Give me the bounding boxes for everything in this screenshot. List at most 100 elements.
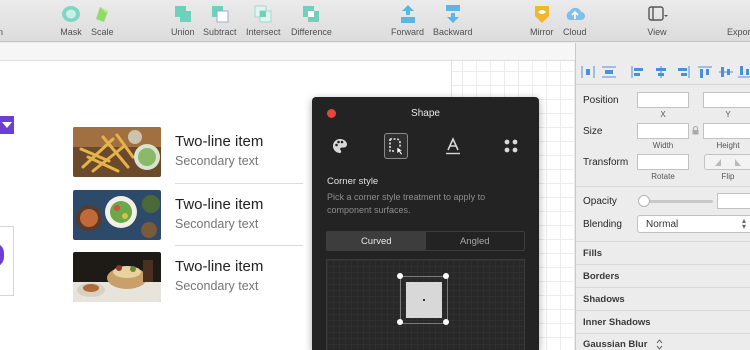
mirror-button[interactable]: Mirror bbox=[530, 3, 554, 37]
position-x-field[interactable] bbox=[637, 92, 689, 108]
mask-button[interactable]: Mask bbox=[60, 3, 82, 37]
difference-label: Difference bbox=[291, 27, 332, 37]
list-divider bbox=[175, 183, 303, 184]
chevron-updown-icon: ▴ ▾ bbox=[741, 216, 746, 231]
view-button[interactable]: View bbox=[646, 3, 668, 37]
toolbar-cut-label: n bbox=[0, 27, 4, 37]
resize-handle[interactable] bbox=[443, 273, 449, 279]
corner-style-segmented-control: Curved Angled bbox=[326, 231, 525, 251]
list-item-primary: Two-line item bbox=[175, 258, 264, 275]
view-icon bbox=[648, 6, 668, 21]
cloud-label: Cloud bbox=[563, 27, 587, 37]
tab-typography[interactable] bbox=[441, 133, 465, 159]
list-item[interactable]: Two-line item Secondary text bbox=[73, 190, 303, 240]
opacity-slider-knob[interactable] bbox=[638, 195, 650, 207]
size-label: Size bbox=[583, 126, 603, 137]
scale-button[interactable]: Scale bbox=[91, 3, 114, 37]
inspector-panel: Position X Y Size Width Height Transform… bbox=[575, 43, 750, 350]
fills-section[interactable]: Fills bbox=[583, 248, 602, 259]
tab-shape[interactable] bbox=[384, 133, 408, 159]
more-icon bbox=[504, 139, 518, 153]
subtract-button[interactable]: Subtract bbox=[203, 3, 237, 37]
list-item[interactable]: Two-line item Secondary text bbox=[73, 127, 303, 177]
subtract-label: Subtract bbox=[203, 27, 237, 37]
backward-label: Backward bbox=[433, 27, 473, 37]
rotate-field[interactable] bbox=[637, 154, 689, 170]
transform-label: Transform bbox=[583, 157, 629, 168]
typography-icon bbox=[446, 137, 460, 155]
inner-shadows-section[interactable]: Inner Shadows bbox=[583, 317, 651, 328]
intersect-icon bbox=[254, 5, 272, 23]
shadows-section[interactable]: Shadows bbox=[583, 294, 625, 305]
list-item-secondary: Secondary text bbox=[175, 217, 259, 231]
toolbar: n Mask Scale Union Subtract Intersect Di… bbox=[0, 0, 750, 42]
separator bbox=[576, 333, 750, 334]
cloud-button[interactable]: Cloud bbox=[563, 3, 587, 37]
resize-handle[interactable] bbox=[397, 273, 403, 279]
scale-icon bbox=[96, 7, 109, 22]
export-label[interactable]: Export bbox=[727, 27, 750, 37]
resize-handle[interactable] bbox=[443, 319, 449, 325]
backward-icon bbox=[445, 5, 460, 23]
list-item-secondary: Secondary text bbox=[175, 279, 259, 293]
blending-select[interactable]: Normal ▴ ▾ bbox=[637, 215, 750, 233]
chevron-updown-icon[interactable] bbox=[656, 339, 663, 350]
opacity-slider-track[interactable] bbox=[640, 200, 713, 203]
offscreen-component[interactable] bbox=[0, 226, 14, 296]
align-bottom-icon[interactable] bbox=[738, 66, 750, 78]
gaussian-blur-section[interactable]: Gaussian Blur bbox=[583, 339, 647, 350]
mirror-icon bbox=[534, 6, 549, 23]
intersect-button[interactable]: Intersect bbox=[246, 3, 281, 37]
blending-label: Blending bbox=[583, 219, 622, 230]
list-item-secondary: Secondary text bbox=[175, 154, 259, 168]
artboard-marker[interactable] bbox=[0, 116, 14, 134]
align-middle-icon[interactable] bbox=[719, 66, 733, 78]
width-label: Width bbox=[652, 141, 674, 150]
height-field[interactable] bbox=[703, 123, 750, 139]
union-icon bbox=[174, 6, 191, 22]
align-center-icon[interactable] bbox=[654, 66, 668, 78]
corner-preview bbox=[326, 259, 525, 350]
mirror-label: Mirror bbox=[530, 27, 554, 37]
blending-value: Normal bbox=[646, 219, 679, 230]
mask-icon bbox=[62, 6, 80, 22]
selection-box[interactable] bbox=[397, 273, 449, 325]
section-description: Pick a corner style treatment to apply t… bbox=[327, 192, 486, 215]
palette-icon bbox=[333, 139, 347, 153]
mask-label: Mask bbox=[60, 27, 82, 37]
backward-button[interactable]: Backward bbox=[433, 3, 473, 37]
rotate-label: Rotate bbox=[651, 172, 675, 181]
segment-angled[interactable]: Angled bbox=[426, 232, 525, 250]
preview-shape bbox=[406, 282, 442, 318]
resize-handle[interactable] bbox=[397, 319, 403, 325]
align-right-icon[interactable] bbox=[676, 66, 690, 78]
separator bbox=[576, 186, 750, 187]
union-button[interactable]: Union bbox=[171, 3, 195, 37]
distribute-horizontal-icon[interactable] bbox=[581, 66, 595, 78]
align-left-icon[interactable] bbox=[631, 66, 645, 78]
distribute-vertical-icon[interactable] bbox=[602, 66, 616, 78]
flip-icon bbox=[715, 159, 741, 166]
list-item[interactable]: Two-line item Secondary text bbox=[73, 252, 303, 302]
position-y-field[interactable] bbox=[703, 92, 750, 108]
segment-curved[interactable]: Curved bbox=[327, 232, 426, 250]
height-label: Height bbox=[716, 141, 740, 150]
flip-control[interactable] bbox=[704, 154, 750, 170]
borders-section[interactable]: Borders bbox=[583, 271, 619, 282]
forward-button[interactable]: Forward bbox=[391, 3, 424, 37]
tab-color[interactable] bbox=[328, 133, 352, 159]
opacity-field[interactable] bbox=[717, 193, 750, 209]
shape-panel: Shape Corner style Pick a corner style t… bbox=[312, 97, 539, 350]
difference-button[interactable]: Difference bbox=[291, 3, 332, 37]
fries-image bbox=[73, 127, 161, 177]
width-field[interactable] bbox=[637, 123, 689, 139]
list-item-primary: Two-line item bbox=[175, 133, 264, 150]
tab-more[interactable] bbox=[499, 133, 523, 159]
salad-bowls-image bbox=[73, 190, 161, 240]
separator bbox=[576, 241, 750, 242]
lock-icon[interactable] bbox=[692, 126, 699, 135]
flip-label: Flip bbox=[721, 172, 735, 181]
corner-style-icon bbox=[389, 138, 404, 156]
intersect-label: Intersect bbox=[246, 27, 281, 37]
align-top-icon[interactable] bbox=[698, 66, 712, 78]
